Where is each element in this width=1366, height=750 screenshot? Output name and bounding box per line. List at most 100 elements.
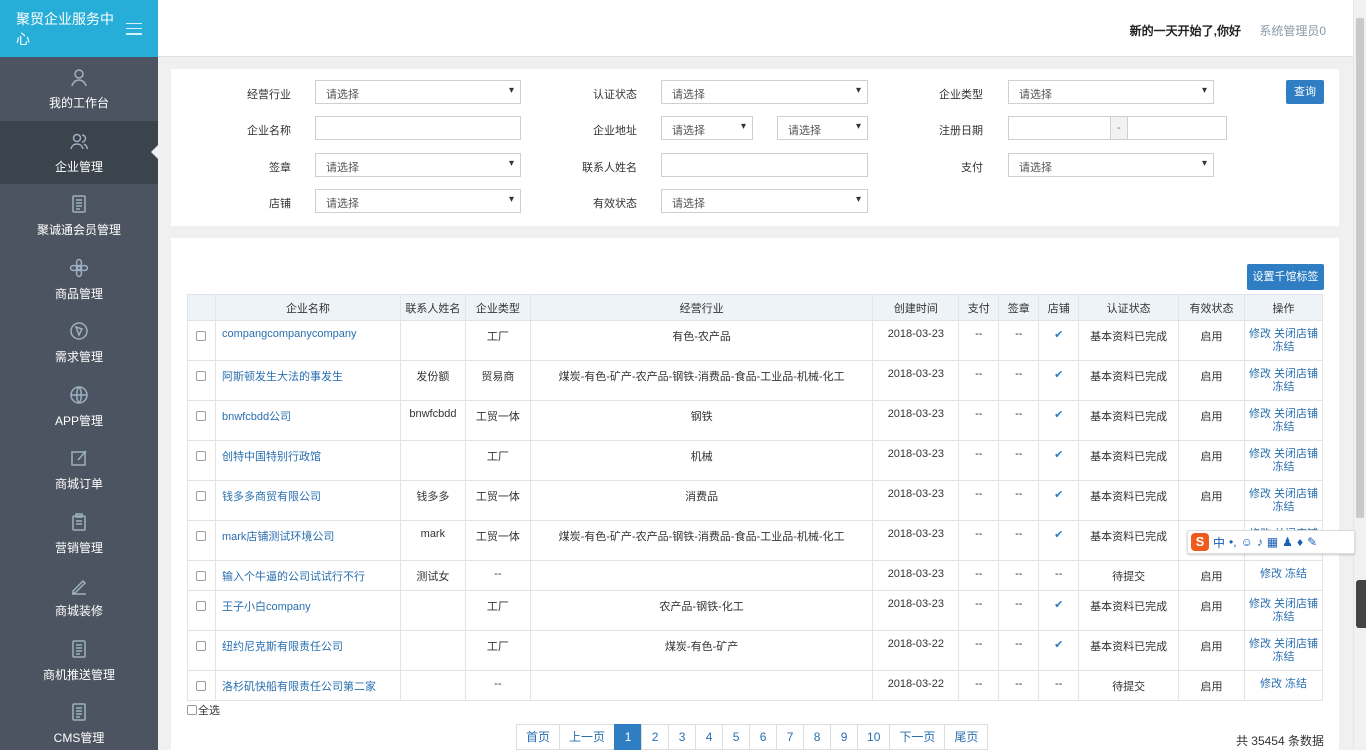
company-name-link[interactable]: 输入个牛逼的公司试试行不行 <box>214 560 401 591</box>
freeze-link[interactable]: 冻结 <box>1245 381 1322 394</box>
company-name-link[interactable]: compangcompanycompany <box>214 320 401 361</box>
page-button[interactable]: 4 <box>695 724 724 750</box>
company-name-link[interactable]: 阿斯顿发生大法的事发生 <box>214 360 401 401</box>
company-name-link[interactable]: 创特中国特别行政馆 <box>214 440 401 481</box>
row-action-links[interactable]: 修改 冻结 <box>1245 678 1322 691</box>
skin-icon[interactable]: ♦ <box>1297 535 1303 549</box>
wrench-icon[interactable]: ✎ <box>1307 535 1317 549</box>
row-action-links[interactable]: 修改 关闭店铺 <box>1245 488 1322 501</box>
sidebar-item-1[interactable]: 企业管理 <box>0 120 158 184</box>
sidebar-item-10[interactable]: CMS管理 <box>0 692 158 750</box>
company-name-link[interactable]: bnwfcbdd公司 <box>214 400 401 441</box>
sign-select[interactable]: 请选择 <box>315 153 521 177</box>
company-name-link-text[interactable]: 洛杉矶快船有限责任公司第二家 <box>222 681 376 693</box>
row-action-links[interactable]: 修改 关闭店铺 <box>1245 368 1322 381</box>
row-action-links[interactable]: 修改 关闭店铺 <box>1245 638 1322 651</box>
freeze-link[interactable]: 冻结 <box>1245 461 1322 474</box>
ime-toolbar[interactable]: S 中 •, ☺ ♪ ▦ ♟ ♦ ✎ <box>1187 530 1355 554</box>
company-name-link-text[interactable]: compangcompanycompany <box>222 328 357 340</box>
row-checkbox[interactable] <box>196 571 207 581</box>
row-checkbox[interactable] <box>196 491 207 501</box>
page-button[interactable]: 3 <box>668 724 697 750</box>
set-tag-button[interactable]: 设置千馆标签 <box>1247 264 1324 290</box>
prev-page-button[interactable]: 上一页 <box>559 724 616 750</box>
sidebar-item-6[interactable]: 商城订单 <box>0 438 158 502</box>
sidebar-item-2[interactable]: 聚诚通会员管理 <box>0 184 158 248</box>
scrollbar-thumb[interactable] <box>1356 18 1364 518</box>
company-name-link[interactable]: 洛杉矶快船有限责任公司第二家 <box>214 670 401 701</box>
sidebar-item-7[interactable]: 营销管理 <box>0 502 158 566</box>
freeze-link[interactable]: 冻结 <box>1245 651 1322 664</box>
contact-name-input[interactable] <box>661 153 868 177</box>
search-button[interactable]: 查询 <box>1286 80 1324 104</box>
page-button[interactable]: 1 <box>614 724 643 750</box>
side-tab[interactable] <box>1356 580 1366 628</box>
row-action-links[interactable]: 修改 关闭店铺 <box>1245 328 1322 341</box>
row-checkbox[interactable] <box>196 371 207 381</box>
cert-status-select[interactable]: 请选择 <box>661 80 868 104</box>
select-all[interactable]: 全选 <box>187 702 220 718</box>
emoji-icon[interactable]: ☺ <box>1241 535 1253 549</box>
freeze-link[interactable]: 冻结 <box>1245 501 1322 514</box>
company-name-link-text[interactable]: 创特中国特别行政馆 <box>222 451 321 463</box>
company-name-input[interactable] <box>315 116 521 140</box>
row-action-links[interactable]: 修改 关闭店铺 <box>1245 448 1322 461</box>
first-page-button[interactable]: 首页 <box>516 724 561 750</box>
row-checkbox[interactable] <box>196 601 207 611</box>
mic-icon[interactable]: ♪ <box>1257 535 1263 549</box>
industry-select[interactable]: 请选择 <box>315 80 521 104</box>
next-page-button[interactable]: 下一页 <box>889 724 946 750</box>
company-name-link-text[interactable]: 钱多多商贸有限公司 <box>222 491 321 503</box>
page-button[interactable]: 6 <box>749 724 778 750</box>
row-checkbox[interactable] <box>196 331 207 341</box>
row-action-links[interactable]: 修改 冻结 <box>1245 568 1322 581</box>
user-icon[interactable]: ♟ <box>1282 535 1293 549</box>
ime-mode[interactable]: 中 <box>1213 534 1225 551</box>
row-checkbox[interactable] <box>196 531 207 541</box>
sidebar-item-4[interactable]: 需求管理 <box>0 311 158 375</box>
company-name-link-text[interactable]: mark店铺测试环境公司 <box>222 531 334 543</box>
address-city-select[interactable]: 请选择 <box>777 116 868 140</box>
pay-select[interactable]: 请选择 <box>1008 153 1214 177</box>
row-action-links[interactable]: 修改 关闭店铺 <box>1245 408 1322 421</box>
row-action-links[interactable]: 修改 关闭店铺 <box>1245 598 1322 611</box>
register-date-end-input[interactable] <box>1127 116 1227 140</box>
sidebar-item-0[interactable]: 我的工作台 <box>0 57 158 121</box>
company-name-link-text[interactable]: 王子小白company <box>222 601 311 613</box>
company-name-link[interactable]: mark店铺测试环境公司 <box>214 520 401 561</box>
page-button[interactable]: 7 <box>776 724 805 750</box>
sidebar-item-9[interactable]: 商机推送管理 <box>0 629 158 693</box>
punctuation-icon[interactable]: •, <box>1229 535 1237 549</box>
company-type-select[interactable]: 请选择 <box>1008 80 1214 104</box>
user-name[interactable]: 系统管理员0 <box>1259 22 1326 39</box>
register-date-start-input[interactable] <box>1008 116 1111 140</box>
company-name-link-text[interactable]: 阿斯顿发生大法的事发生 <box>222 371 343 383</box>
page-button[interactable]: 5 <box>722 724 751 750</box>
company-name-link[interactable]: 钱多多商贸有限公司 <box>214 480 401 521</box>
row-checkbox[interactable] <box>196 681 207 691</box>
freeze-link[interactable]: 冻结 <box>1245 341 1322 354</box>
keyboard-icon[interactable]: ▦ <box>1267 535 1278 549</box>
page-button[interactable]: 10 <box>857 724 891 750</box>
page-button[interactable]: 2 <box>641 724 670 750</box>
freeze-link[interactable]: 冻结 <box>1245 611 1322 624</box>
row-checkbox[interactable] <box>196 411 207 421</box>
menu-toggle-icon[interactable] <box>126 22 142 35</box>
company-name-link[interactable]: 纽约尼克斯有限责任公司 <box>214 630 401 671</box>
sidebar-item-8[interactable]: 商城装修 <box>0 565 158 629</box>
sidebar-item-5[interactable]: APP管理 <box>0 375 158 439</box>
address-province-select[interactable]: 请选择 <box>661 116 753 140</box>
company-name-link-text[interactable]: 纽约尼克斯有限责任公司 <box>222 641 343 653</box>
company-name-link-text[interactable]: 输入个牛逼的公司试试行不行 <box>222 571 365 583</box>
page-scrollbar[interactable] <box>1353 0 1366 750</box>
valid-status-select[interactable]: 请选择 <box>661 189 868 213</box>
page-button[interactable]: 9 <box>830 724 859 750</box>
freeze-link[interactable]: 冻结 <box>1245 421 1322 434</box>
row-checkbox[interactable] <box>196 641 207 651</box>
select-all-checkbox[interactable] <box>187 705 197 715</box>
company-name-link-text[interactable]: bnwfcbdd公司 <box>222 411 291 423</box>
sidebar-item-3[interactable]: 商品管理 <box>0 248 158 312</box>
row-checkbox[interactable] <box>196 451 207 461</box>
company-name-link[interactable]: 王子小白company <box>214 590 401 631</box>
shop-select[interactable]: 请选择 <box>315 189 521 213</box>
